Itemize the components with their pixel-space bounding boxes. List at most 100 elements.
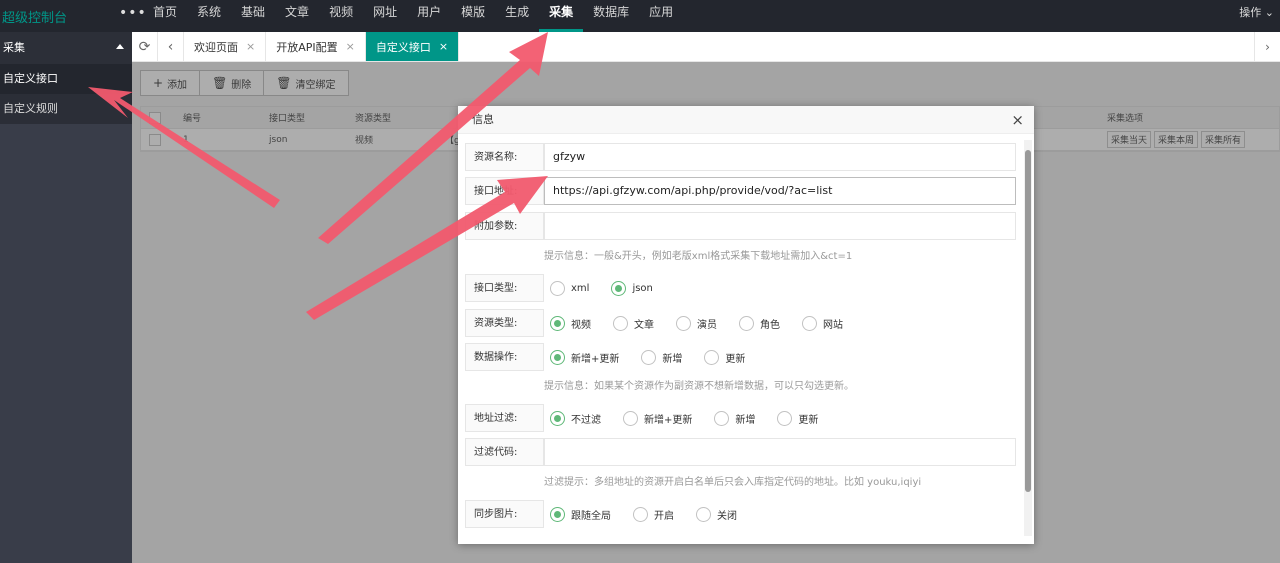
nav-item[interactable]: 生成 — [495, 0, 539, 32]
name-input[interactable]: gfzyw — [544, 143, 1016, 171]
info-modal: 信息 × 资源名称: gfzyw 接口地址: https://api.gfzyw… — [458, 106, 1034, 544]
modal-scrollbar[interactable] — [1024, 140, 1032, 536]
op-label: 数据操作: — [465, 343, 544, 371]
sidebar: 采集 自定义接口 自定义规则 — [0, 32, 132, 563]
sidebar-item[interactable]: 自定义接口 — [0, 64, 132, 94]
tab[interactable]: 欢迎页面 × — [184, 32, 267, 61]
res-radio-option[interactable]: 视频 — [550, 315, 591, 331]
op-hint: 提示信息：如果某个资源作为副资源不想新增数据，可以只勾选更新。 — [544, 381, 854, 392]
row-param: 附加参数: — [465, 212, 1016, 240]
row-sync: 同步图片: 跟随全局 开启 关闭 — [465, 500, 759, 528]
sidebar-item[interactable]: 自定义规则 — [0, 94, 132, 124]
scrollbar-thumb[interactable] — [1025, 150, 1031, 492]
radio-label: 关闭 — [717, 510, 737, 522]
param-hint: 提示信息：一般&开头，例如老版xml格式采集下载地址需加入&ct=1 — [544, 251, 853, 262]
tab[interactable]: 开放API配置 × — [266, 32, 366, 61]
nav-item[interactable]: 应用 — [639, 0, 683, 32]
sync-radio-option[interactable]: 开启 — [633, 506, 674, 522]
tab-scroll-left-icon[interactable]: ‹ — [158, 32, 184, 61]
op-radio-option[interactable]: 新增 — [641, 349, 683, 365]
tab-close-icon[interactable]: × — [439, 40, 448, 53]
name-label: 资源名称: — [465, 143, 544, 171]
radio-circle-icon — [623, 410, 638, 426]
radio-label: 开启 — [654, 510, 674, 522]
op-radio-option[interactable]: 更新 — [704, 349, 746, 365]
nav-item[interactable]: 网址 — [363, 0, 407, 32]
filter-radio-option[interactable]: 更新 — [777, 410, 818, 426]
code-input[interactable] — [544, 438, 1016, 466]
op-radio-option[interactable]: 新增+更新 — [550, 349, 620, 365]
type-radio-option[interactable]: xml — [550, 280, 589, 296]
row-code: 过滤代码: — [465, 438, 1016, 466]
tab-close-icon[interactable]: × — [246, 40, 255, 53]
radio-circle-icon — [613, 315, 628, 331]
op-radio-group: 新增+更新 新增 更新 — [550, 349, 767, 365]
tab-scroll-right-icon[interactable]: › — [1254, 32, 1280, 62]
radio-circle-icon — [550, 410, 565, 426]
row-op: 数据操作: 新增+更新 新增 更新 — [465, 343, 767, 371]
nav-item[interactable]: 采集 — [539, 0, 584, 32]
tab-label: 欢迎页面 — [194, 40, 238, 54]
param-label: 附加参数: — [465, 212, 544, 240]
code-label: 过滤代码: — [465, 438, 544, 466]
nav-item[interactable]: 文章 — [275, 0, 319, 32]
main-nav: 首页 系统 基础 文章 视频 网址 用户 模版 生成 采集 数据库 应用 — [143, 0, 683, 32]
radio-circle-icon — [550, 506, 565, 522]
filter-radio-option[interactable]: 新增 — [714, 410, 756, 426]
radio-label: 新增+更新 — [571, 353, 620, 365]
tab-label: 自定义接口 — [375, 40, 431, 54]
radio-label: 文章 — [634, 319, 654, 331]
radio-label: 不过滤 — [571, 414, 601, 426]
radio-circle-icon — [777, 410, 793, 426]
nav-item[interactable]: 基础 — [231, 0, 275, 32]
tab-close-icon[interactable]: × — [346, 40, 355, 53]
nav-item[interactable]: 用户 — [407, 0, 451, 32]
nav-item[interactable]: 模版 — [451, 0, 495, 32]
url-input[interactable]: https://api.gfzyw.com/api.php/provide/vo… — [544, 177, 1016, 205]
filter-radio-option[interactable]: 不过滤 — [550, 410, 601, 426]
radio-label: json — [632, 282, 653, 294]
modal-body: 资源名称: gfzyw 接口地址: https://api.gfzyw.com/… — [458, 134, 1020, 544]
type-radio-option[interactable]: json — [611, 280, 653, 296]
modal-header: 信息 × — [458, 106, 1034, 134]
row-res: 资源类型: 视频 文章 演员 角色 网站 — [465, 309, 865, 337]
radio-circle-icon — [696, 506, 711, 522]
res-radio-option[interactable]: 角色 — [739, 315, 780, 331]
res-radio-option[interactable]: 网站 — [802, 315, 843, 331]
close-icon[interactable]: × — [1011, 106, 1024, 134]
filter-radio-option[interactable]: 新增+更新 — [623, 410, 692, 426]
row-url: 接口地址: https://api.gfzyw.com/api.php/prov… — [465, 177, 1016, 205]
operations-menu[interactable]: 操作 ⌄ — [1239, 4, 1274, 20]
nav-item[interactable]: 首页 — [143, 0, 187, 32]
sync-radio-option[interactable]: 跟随全局 — [550, 506, 611, 522]
radio-label: 新增 — [662, 353, 683, 365]
nav-item[interactable]: 系统 — [187, 0, 231, 32]
radio-label: 更新 — [725, 353, 746, 365]
refresh-icon[interactable]: ⟳ — [132, 32, 158, 61]
radio-circle-icon — [550, 315, 565, 331]
type-label: 接口类型: — [465, 274, 544, 302]
radio-circle-icon — [633, 506, 648, 522]
res-radio-option[interactable]: 演员 — [676, 315, 717, 331]
radio-circle-icon — [550, 349, 565, 365]
radio-circle-icon — [641, 349, 657, 365]
sync-radio-option[interactable]: 关闭 — [696, 506, 737, 522]
param-input[interactable] — [544, 212, 1016, 240]
row-filter: 地址过滤: 不过滤 新增+更新 新增 更新 — [465, 404, 840, 432]
radio-circle-icon — [714, 410, 730, 426]
radio-circle-icon — [611, 280, 627, 296]
nav-item[interactable]: 视频 — [319, 0, 363, 32]
sidebar-group-collect[interactable]: 采集 — [0, 32, 132, 64]
res-radio-option[interactable]: 文章 — [613, 315, 654, 331]
radio-circle-icon — [676, 315, 691, 331]
radio-label: 新增 — [735, 414, 756, 426]
radio-circle-icon — [802, 315, 817, 331]
radio-circle-icon — [739, 315, 754, 331]
url-label: 接口地址: — [465, 177, 544, 205]
radio-label: 视频 — [571, 319, 591, 331]
tab[interactable]: 自定义接口 × — [365, 32, 460, 61]
nav-item[interactable]: 数据库 — [583, 0, 639, 32]
sidebar-group-label: 采集 — [3, 41, 25, 54]
radio-label: 演员 — [697, 319, 717, 331]
app-logo[interactable]: 超级控制台 — [2, 7, 67, 26]
